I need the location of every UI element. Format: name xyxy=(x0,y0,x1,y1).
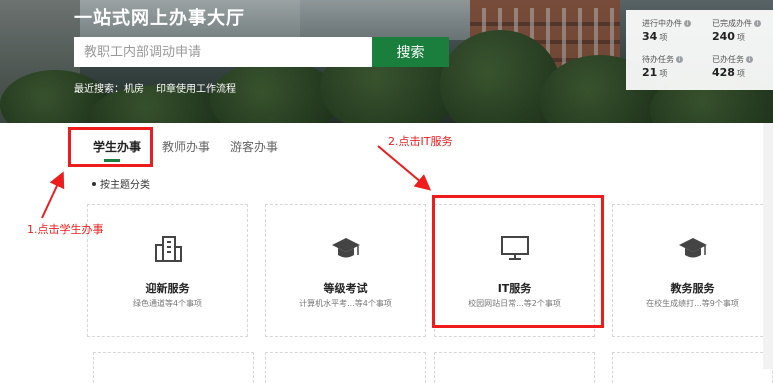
arrow-step2 xyxy=(377,145,432,191)
annotation-arrows xyxy=(41,145,432,219)
arrow-step1 xyxy=(41,171,65,219)
